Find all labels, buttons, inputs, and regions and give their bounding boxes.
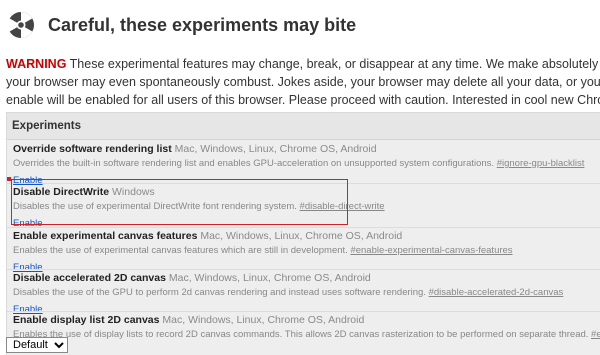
page-title: Careful, these experiments may bite	[48, 14, 357, 35]
experiment-name: Enable display list 2D canvas Mac, Windo…	[13, 314, 365, 326]
experiment-description: Disables the use of the GPU to perform 2…	[13, 287, 564, 298]
page-header: Careful, these experiments may bite	[6, 8, 356, 42]
warning-line-2: your browser may even spontaneously comb…	[6, 75, 600, 89]
experiment-description: Enables the use of experimental canvas f…	[13, 245, 513, 256]
divider	[7, 183, 600, 184]
experiment-description: Disables the use of experimental DirectW…	[13, 201, 385, 212]
divider	[7, 227, 600, 228]
warning-label: WARNING	[6, 57, 67, 71]
experiments-panel: Experiments Override software rendering …	[6, 112, 600, 355]
experiment-select-wrap: Default	[6, 335, 68, 353]
divider	[7, 311, 600, 312]
experiment-platforms: Mac, Windows, Linux, Chrome OS, Android	[174, 143, 377, 155]
experiments-header: Experiments	[7, 113, 600, 140]
divider	[7, 269, 600, 270]
experiment-item: Disable DirectWrite Windows Disables the…	[7, 186, 600, 231]
experiment-item: Override software rendering list Mac, Wi…	[7, 143, 600, 188]
experiment-name: Override software rendering list Mac, Wi…	[13, 143, 377, 155]
experiment-platforms: Mac, Windows, Linux, Chrome OS, Android	[168, 272, 371, 284]
enable-link[interactable]: Enable	[13, 217, 43, 230]
highlight-marker	[7, 177, 11, 181]
experiment-hash-link[interactable]: #disable-accelerated-2d-canvas	[429, 287, 564, 298]
experiment-item: Enable display list 2D canvas Mac, Windo…	[7, 314, 600, 341]
experiment-description: Overrides the built-in software renderin…	[13, 158, 585, 169]
experiment-name: Enable experimental canvas features Mac,…	[13, 230, 403, 242]
warning-line-1: WARNING These experimental features may …	[6, 55, 600, 73]
experiment-hash-link[interactable]: #enable-display-list-2d-canvas	[591, 329, 600, 340]
experiment-description: Enables the use of display lists to reco…	[13, 328, 600, 341]
radiation-hazard-icon	[7, 12, 35, 39]
experiment-name: Disable DirectWrite Windows	[13, 186, 155, 198]
experiment-hash-link[interactable]: #disable-direct-write	[300, 201, 385, 212]
warning-line-3: enable will be enabled for all users of …	[6, 93, 600, 107]
experiment-platforms: Mac, Windows, Linux, Chrome OS, Android	[162, 314, 365, 326]
experiment-state-select[interactable]: Default	[6, 337, 68, 353]
experiment-platforms: Mac, Windows, Linux, Chrome OS, Android	[200, 230, 403, 242]
warning-message: WARNING These experimental features may …	[6, 55, 600, 109]
experiment-platforms: Windows	[112, 186, 155, 198]
experiment-hash-link[interactable]: #enable-experimental-canvas-features	[350, 245, 512, 256]
experiment-name: Disable accelerated 2D canvas Mac, Windo…	[13, 272, 371, 284]
warning-text-1: These experimental features may change, …	[69, 57, 600, 71]
experiment-hash-link[interactable]: #ignore-gpu-blacklist	[497, 158, 585, 169]
